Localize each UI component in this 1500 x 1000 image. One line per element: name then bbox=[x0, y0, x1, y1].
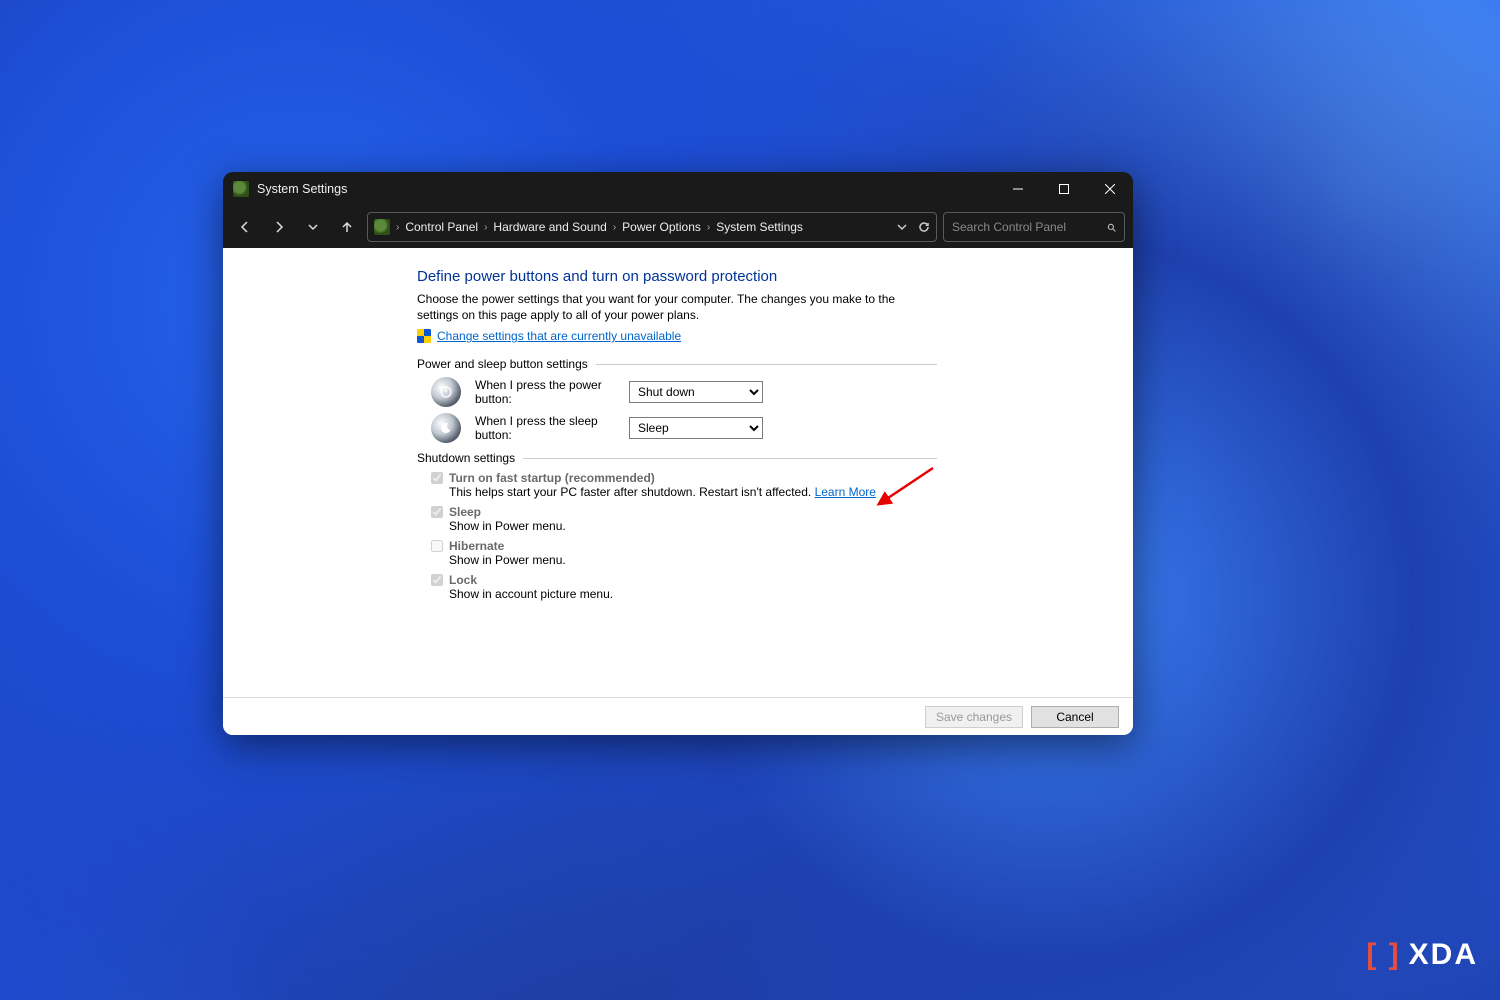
divider bbox=[596, 364, 937, 365]
chevron-down-icon[interactable] bbox=[896, 221, 908, 233]
refresh-icon[interactable] bbox=[918, 221, 930, 233]
power-button-icon bbox=[431, 377, 461, 407]
content-area: Define power buttons and turn on passwor… bbox=[223, 248, 1133, 735]
power-button-label: When I press the power button: bbox=[475, 378, 615, 406]
group-title: Shutdown settings bbox=[417, 451, 515, 465]
breadcrumb-item[interactable]: Control Panel bbox=[405, 220, 478, 234]
nav-forward-button[interactable] bbox=[265, 213, 293, 241]
arrow-up-icon bbox=[340, 220, 354, 234]
sleep-label: Sleep bbox=[449, 505, 481, 519]
system-settings-window: System Settings bbox=[223, 172, 1133, 735]
sleep-sub: Show in Power menu. bbox=[449, 519, 937, 533]
breadcrumb-item[interactable]: System Settings bbox=[716, 220, 803, 234]
xda-text: XDA bbox=[1409, 938, 1478, 972]
power-button-select[interactable]: Shut down bbox=[629, 381, 763, 403]
control-panel-icon bbox=[374, 219, 390, 235]
fast-startup-label: Turn on fast startup (recommended) bbox=[449, 471, 655, 485]
chevron-right-icon: › bbox=[396, 222, 399, 233]
fast-startup-checkbox bbox=[431, 472, 443, 484]
nav-up-button[interactable] bbox=[333, 213, 361, 241]
minimize-icon bbox=[1013, 184, 1023, 194]
lock-sub: Show in account picture menu. bbox=[449, 587, 937, 601]
footer: Save changes Cancel bbox=[223, 697, 1133, 735]
navbar: › Control Panel › Hardware and Sound › P… bbox=[223, 206, 1133, 248]
app-icon bbox=[233, 181, 249, 197]
chevron-right-icon: › bbox=[484, 222, 487, 233]
cancel-button[interactable]: Cancel bbox=[1031, 706, 1119, 728]
fast-startup-sub: This helps start your PC faster after sh… bbox=[449, 485, 815, 499]
search-box[interactable] bbox=[943, 212, 1125, 242]
nav-back-button[interactable] bbox=[231, 213, 259, 241]
window-title: System Settings bbox=[257, 182, 347, 196]
sleep-button-icon bbox=[431, 413, 461, 443]
close-button[interactable] bbox=[1087, 172, 1133, 206]
chevron-right-icon: › bbox=[613, 222, 616, 233]
titlebar: System Settings bbox=[223, 172, 1133, 206]
xda-watermark: [ ] XDA bbox=[1366, 938, 1478, 972]
uac-shield-icon bbox=[417, 329, 431, 343]
arrow-right-icon bbox=[272, 220, 286, 234]
learn-more-link[interactable]: Learn More bbox=[815, 485, 876, 499]
sleep-checkbox bbox=[431, 506, 443, 518]
breadcrumb-item[interactable]: Hardware and Sound bbox=[493, 220, 606, 234]
arrow-left-icon bbox=[238, 220, 252, 234]
desktop-wallpaper: System Settings bbox=[0, 0, 1500, 1000]
group-title: Power and sleep button settings bbox=[417, 357, 588, 371]
search-input[interactable] bbox=[952, 220, 1107, 234]
sleep-button-label: When I press the sleep button: bbox=[475, 414, 615, 442]
save-button: Save changes bbox=[925, 706, 1023, 728]
minimize-button[interactable] bbox=[995, 172, 1041, 206]
change-settings-link[interactable]: Change settings that are currently unava… bbox=[437, 329, 681, 343]
xda-bracket-icon: [ ] bbox=[1366, 938, 1400, 972]
nav-recent-button[interactable] bbox=[299, 213, 327, 241]
address-bar[interactable]: › Control Panel › Hardware and Sound › P… bbox=[367, 212, 937, 242]
sleep-button-select[interactable]: Sleep bbox=[629, 417, 763, 439]
maximize-button[interactable] bbox=[1041, 172, 1087, 206]
lock-checkbox bbox=[431, 574, 443, 586]
hibernate-sub: Show in Power menu. bbox=[449, 553, 937, 567]
hibernate-label: Hibernate bbox=[449, 539, 504, 553]
close-icon bbox=[1105, 184, 1115, 194]
search-icon bbox=[1107, 221, 1116, 234]
hibernate-checkbox bbox=[431, 540, 443, 552]
breadcrumb-item[interactable]: Power Options bbox=[622, 220, 701, 234]
page-title: Define power buttons and turn on passwor… bbox=[417, 268, 937, 285]
maximize-icon bbox=[1059, 184, 1069, 194]
page-description: Choose the power settings that you want … bbox=[417, 291, 937, 323]
chevron-right-icon: › bbox=[707, 222, 710, 233]
chevron-down-icon bbox=[306, 220, 320, 234]
divider bbox=[523, 458, 937, 459]
lock-label: Lock bbox=[449, 573, 477, 587]
